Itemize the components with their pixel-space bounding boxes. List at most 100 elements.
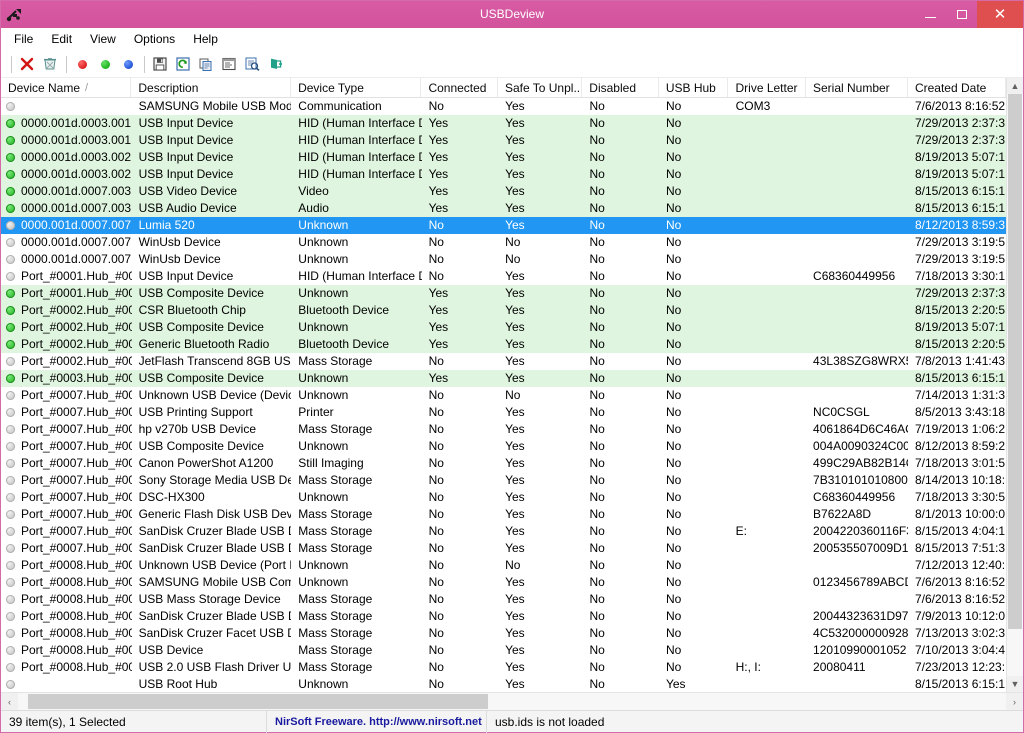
cell-1: Sony Storage Media USB Device xyxy=(138,473,292,487)
table-row[interactable]: Port_#0007.Hub_#0005 Sony Storage Media U… xyxy=(1,472,1006,489)
cell-7 xyxy=(729,557,806,574)
table-row[interactable]: Port_#0007.Hub_#0005 DSC-HX300 Unknown No Ye… xyxy=(1,489,1006,506)
column-header-serial-number[interactable]: Serial Number xyxy=(806,78,908,97)
column-header-description[interactable]: Description xyxy=(131,78,292,97)
cell-4: Yes xyxy=(505,133,525,147)
status-item-count: 39 item(s), 1 Selected xyxy=(1,710,267,733)
minimize-button[interactable] xyxy=(915,1,946,28)
table-row[interactable]: Port_#0007.Hub_#0005 hp v270b USB Device M… xyxy=(1,421,1006,438)
table-row[interactable]: Port_#0007.Hub_#0005 SanDisk Cruzer Blade… xyxy=(1,523,1006,540)
table-row[interactable]: 0000.001d.0007.007.00... WinUsb Device Unk… xyxy=(1,251,1006,268)
table-row[interactable]: Port_#0007.Hub_#0005 Generic Flash Disk U… xyxy=(1,506,1006,523)
cell-1: USB Composite Device xyxy=(138,371,264,385)
green-dot-icon[interactable] xyxy=(94,53,116,75)
column-header-drive-letter[interactable]: Drive Letter xyxy=(728,78,806,97)
vertical-scroll-track[interactable] xyxy=(1007,94,1023,676)
cell-0: Port_#0007.Hub_#0005 xyxy=(1,455,132,472)
table-row[interactable]: Port_#0001.Hub_#0004 USB Input Device HID … xyxy=(1,268,1006,285)
red-dot-icon[interactable] xyxy=(71,53,93,75)
column-header-device-type[interactable]: Device Type xyxy=(291,78,422,97)
table-row[interactable]: Port_#0002.Hub_#0002 CSR Bluetooth Chip Bl… xyxy=(1,302,1006,319)
table-row[interactable]: Port_#0008.Hub_#0005 SanDisk Cruzer Facet… xyxy=(1,625,1006,642)
cell-2: Unknown xyxy=(298,235,349,249)
table-row[interactable]: Port_#0007.Hub_#0005 SanDisk Cruzer Blade… xyxy=(1,540,1006,557)
device-name-text: Port_#0001.Hub_#0004 xyxy=(21,269,132,283)
uninstall-device-icon[interactable] xyxy=(39,53,61,75)
column-header-created-date[interactable]: Created Date xyxy=(908,78,1006,97)
table-row[interactable]: 0000.001d.0003.002.00... USB Input Device… xyxy=(1,149,1006,166)
cell-7 xyxy=(729,642,806,659)
cell-5: No xyxy=(589,167,605,181)
table-row[interactable]: USB Root Hub Unknown No Yes No Yes 8/15/2013 6… xyxy=(1,676,1006,692)
column-header-safe-to-unplug[interactable]: Safe To Unpl... xyxy=(498,78,583,97)
cell-1: hp v270b USB Device xyxy=(138,422,256,436)
menu-file[interactable]: File xyxy=(5,29,42,49)
horizontal-scroll-track[interactable] xyxy=(18,693,1006,710)
table-row[interactable]: Port_#0008.Hub_#0005 USB 2.0 USB Flash Dr… xyxy=(1,659,1006,676)
exit-icon[interactable] xyxy=(264,53,286,75)
vertical-scroll-thumb[interactable] xyxy=(1008,94,1022,630)
table-header: Device Name / Description Device Type Co… xyxy=(1,78,1006,98)
column-header-connected[interactable]: Connected xyxy=(421,78,498,97)
cell-2: Unknown xyxy=(298,558,349,572)
menu-help[interactable]: Help xyxy=(184,29,227,49)
status-nirsoft-link[interactable]: NirSoft Freeware. http://www.nirsoft.net xyxy=(267,710,487,733)
table-row[interactable]: Port_#0002.Hub_#0004 Generic Bluetooth Ra… xyxy=(1,336,1006,353)
table-row[interactable]: 0000.001d.0007.007.00... Lumia 520 Unknown… xyxy=(1,217,1006,234)
table-row[interactable]: Port_#0007.Hub_#0005 USB Composite Device… xyxy=(1,438,1006,455)
column-header-usb-hub[interactable]: USB Hub xyxy=(659,78,729,97)
table-row[interactable]: SAMSUNG Mobile USB Modem Communication No Y… xyxy=(1,98,1006,115)
disable-selected-icon[interactable] xyxy=(16,53,38,75)
refresh-icon[interactable] xyxy=(172,53,194,75)
toolbar-separator-2 xyxy=(144,55,145,73)
cell-8: NC0CSGL xyxy=(813,405,870,419)
scroll-right-icon[interactable]: › xyxy=(1006,693,1023,710)
cell-6: No xyxy=(665,252,682,266)
table-row[interactable]: Port_#0007.Hub_#0005 Canon PowerShot A120… xyxy=(1,455,1006,472)
cell-7 xyxy=(729,574,806,591)
cell-6: No xyxy=(665,167,682,181)
scroll-left-icon[interactable]: ‹ xyxy=(1,693,18,710)
table-row[interactable]: Port_#0008.Hub_#0005 SanDisk Cruzer Blade… xyxy=(1,608,1006,625)
scroll-up-icon[interactable]: ▲ xyxy=(1007,78,1023,94)
cell-1: Unknown USB Device (Port Re... xyxy=(138,558,292,572)
table-row[interactable]: 0000.001d.0003.001.00... USB Input Device… xyxy=(1,132,1006,149)
cell-2: Mass Storage xyxy=(298,354,373,368)
table-row[interactable]: Port_#0002.Hub_#0004 USB Composite Device… xyxy=(1,319,1006,336)
table-row[interactable]: 0000.001d.0007.003.00... USB Video Device… xyxy=(1,183,1006,200)
table-row[interactable]: Port_#0007.Hub_#0005 USB Printing Support… xyxy=(1,404,1006,421)
device-connected-icon xyxy=(6,136,15,145)
scroll-down-icon[interactable]: ▼ xyxy=(1007,676,1023,692)
cell-9: 7/8/2013 1:41:43 xyxy=(914,354,1006,368)
table-row[interactable]: Port_#0008.Hub_#0005 SAMSUNG Mobile USB C… xyxy=(1,574,1006,591)
horizontal-scrollbar[interactable]: ‹ › xyxy=(1,692,1023,710)
table-row[interactable]: 0000.001d.0007.003.00... USB Audio Device… xyxy=(1,200,1006,217)
column-header-disabled[interactable]: Disabled xyxy=(582,78,659,97)
menu-view[interactable]: View xyxy=(81,29,125,49)
maximize-button[interactable] xyxy=(946,1,977,28)
window-controls: ✕ xyxy=(915,1,1023,28)
table-row[interactable]: Port_#0001.Hub_#0004 USB Composite Device… xyxy=(1,285,1006,302)
table-row[interactable]: 0000.001d.0007.007.00... WinUsb Device Unk… xyxy=(1,234,1006,251)
menu-options[interactable]: Options xyxy=(125,29,184,49)
vertical-scrollbar[interactable]: ▲ ▼ xyxy=(1006,78,1023,692)
table-row[interactable]: 0000.001d.0003.001.00... USB Input Device… xyxy=(1,115,1006,132)
copy-icon[interactable] xyxy=(195,53,217,75)
save-icon[interactable] xyxy=(149,53,171,75)
table-row[interactable]: Port_#0003.Hub_#0005 USB Composite Device… xyxy=(1,370,1006,387)
table-row[interactable]: Port_#0002.Hub_#0004 JetFlash Transcend 8… xyxy=(1,353,1006,370)
html-report-icon[interactable] xyxy=(241,53,263,75)
cell-5: No xyxy=(589,269,605,283)
properties-icon[interactable] xyxy=(218,53,240,75)
menu-edit[interactable]: Edit xyxy=(42,29,81,49)
close-button[interactable]: ✕ xyxy=(977,1,1023,28)
table-row[interactable]: Port_#0008.Hub_#0005 USB Device Mass Stora… xyxy=(1,642,1006,659)
blue-dot-icon[interactable] xyxy=(117,53,139,75)
table-row[interactable]: Port_#0008.Hub_#0005 USB Mass Storage Dev… xyxy=(1,591,1006,608)
table-row[interactable]: Port_#0008.Hub_#0005 Unknown USB Device (… xyxy=(1,557,1006,574)
cell-3: No xyxy=(428,269,444,283)
table-row[interactable]: 0000.001d.0003.002.00... USB Input Device… xyxy=(1,166,1006,183)
column-header-device-name[interactable]: Device Name / xyxy=(1,78,132,97)
horizontal-scroll-thumb[interactable] xyxy=(28,694,488,709)
table-row[interactable]: Port_#0007.Hub_#0005 Unknown USB Device (… xyxy=(1,387,1006,404)
